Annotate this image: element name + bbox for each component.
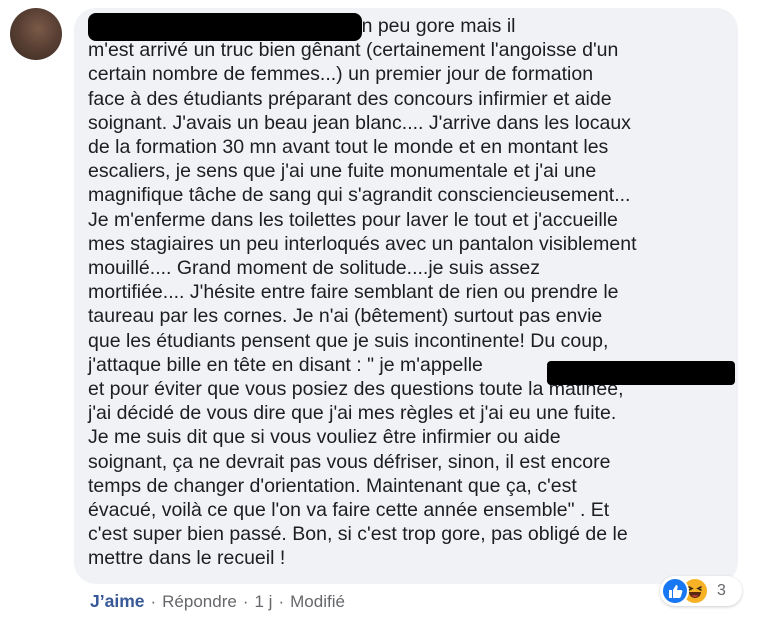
reaction-count: 3 <box>717 582 726 599</box>
reactions-summary[interactable]: 3 <box>660 576 742 606</box>
like-link[interactable]: J’aime <box>90 591 144 612</box>
timestamp-link[interactable]: 1 j <box>255 592 273 612</box>
comment-screenshot: Bon, moi c'est un peu gore mais il m'est… <box>0 0 762 622</box>
separator: · <box>242 591 249 611</box>
redacted-inline-name <box>547 361 735 385</box>
edited-label[interactable]: Modifié <box>290 592 345 612</box>
comment-actions: J’aime · Répondre · 1 j · Modifié <box>90 591 345 612</box>
avatar[interactable] <box>10 8 62 60</box>
reply-link[interactable]: Répondre <box>162 592 237 612</box>
comment-text: Bon, moi c'est un peu gore mais il m'est… <box>88 15 637 570</box>
like-reaction-icon <box>661 577 689 605</box>
redacted-author-name <box>88 13 362 41</box>
separator: · <box>278 591 285 611</box>
separator: · <box>150 591 157 611</box>
